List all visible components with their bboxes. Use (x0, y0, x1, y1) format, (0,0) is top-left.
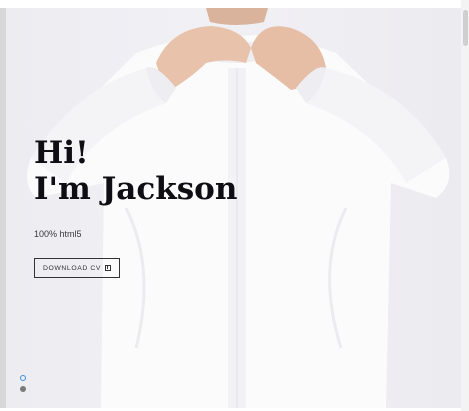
page-frame: Hi! I'm Jackson 100% html5 DOWNLOAD CV (0, 0, 469, 411)
hero-section (6, 8, 461, 408)
download-cv-label: DOWNLOAD CV (43, 264, 101, 272)
slider-dot-2[interactable] (20, 386, 26, 392)
hero-name: I'm Jackson (34, 170, 238, 207)
download-icon (104, 265, 111, 271)
scrollbar[interactable] (461, 0, 469, 411)
hero-photo-man-white-shirt (27, 8, 450, 408)
hero-headline: Hi! I'm Jackson (34, 135, 238, 207)
scroll-thumb[interactable] (463, 10, 468, 46)
download-cv-button[interactable]: DOWNLOAD CV (34, 258, 120, 278)
hero-greeting: Hi! (34, 135, 89, 171)
slider-dot-1[interactable] (20, 375, 26, 381)
hero-tagline: 100% html5 (34, 229, 82, 239)
